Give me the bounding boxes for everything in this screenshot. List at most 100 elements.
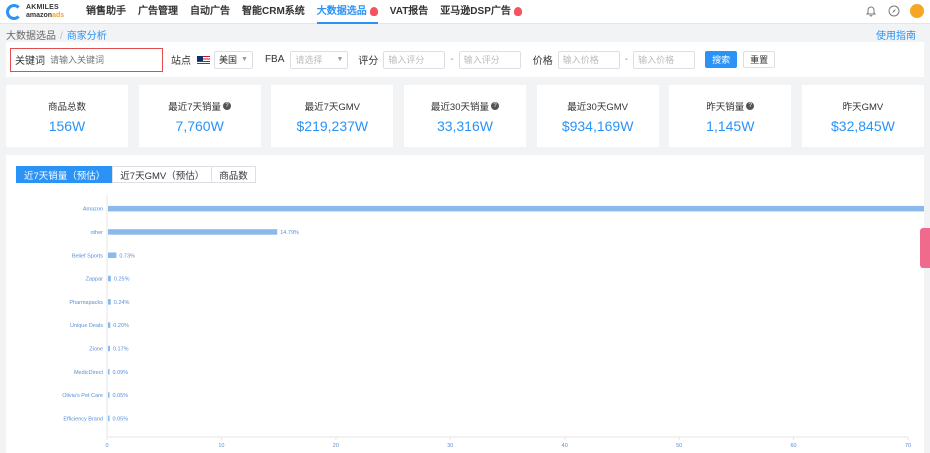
user-avatar[interactable] (910, 4, 924, 18)
site-label: 站点 (171, 56, 191, 67)
logo-line2b: ads (52, 11, 65, 19)
chart-tab-1[interactable]: 近7天GMV（预估） (112, 166, 213, 183)
guide-link-label: 使用指南 (876, 31, 916, 42)
filter-bar: 关键词 站点 美国 ▼ FBA 请选择 ▼ 评分 输入评分 - 输入评分 价格 … (6, 42, 924, 77)
price-max-placeholder: 输入价格 (638, 55, 675, 65)
stat-cards: 商品总数 156W 最近7天销量? 7,760W 最近7天GMV $219,237W 最近3… (6, 85, 924, 147)
notification-bell-icon[interactable] (864, 4, 878, 18)
nav-item-label: 智能CRM系统 (242, 5, 305, 17)
nav-item-0[interactable]: 销售助手 (86, 0, 126, 24)
help-icon[interactable]: ? (491, 101, 499, 110)
stat-title: 最近30天销量? (431, 99, 499, 113)
x-tick-label: 70 (905, 443, 911, 449)
keyword-input[interactable] (50, 54, 150, 65)
help-icon[interactable]: ? (223, 101, 232, 110)
nav-item-label: 销售助手 (86, 5, 126, 17)
nav-item-1[interactable]: 广告管理 (138, 0, 178, 24)
top-right-tools (855, 4, 924, 18)
rating-min-placeholder: 输入评分 (388, 55, 425, 65)
rating-range-separator: - (450, 54, 454, 65)
compass-icon[interactable] (887, 4, 901, 18)
nav-item-6[interactable]: 亚马逊DSP广告 (440, 0, 522, 24)
price-min-input[interactable]: 输入价格 (557, 50, 620, 69)
stat-card: 昨天销量? 1,145W (669, 85, 792, 147)
floating-side-tab[interactable] (920, 228, 930, 268)
x-tick-label: 0 (105, 443, 108, 449)
y-tick-label: MedicDirect (74, 370, 104, 376)
hot-badge-icon (369, 7, 378, 16)
reset-button-label: 重置 (750, 55, 769, 65)
reset-button[interactable]: 重置 (743, 51, 776, 68)
bar-value-label: 0.17% (113, 346, 129, 352)
rating-max-input[interactable]: 输入评分 (458, 50, 521, 69)
breadcrumb: 大数据选品 / 商家分析 (6, 27, 107, 42)
price-min-placeholder: 输入价格 (562, 55, 599, 65)
guide-link[interactable]: 使用指南 (876, 27, 916, 42)
y-tick-label: Amazon (83, 207, 103, 213)
logo[interactable]: AKMILES amazonads (6, 3, 86, 20)
stat-title-text: 昨天销量 (706, 101, 745, 113)
nav-item-label: 自动广告 (190, 5, 230, 17)
breadcrumb-separator: / (60, 31, 63, 42)
stat-title: 最近30天GMV (567, 99, 628, 113)
rating-max-placeholder: 输入评分 (463, 55, 500, 65)
y-tick-label: other (90, 230, 103, 236)
bar-value-label: 0.20% (113, 323, 129, 329)
breadcrumb-root[interactable]: 大数据选品 (6, 31, 56, 42)
fba-label: FBA (264, 54, 285, 65)
logo-line2a: amazon (26, 11, 53, 19)
bar-value-label: 0.73% (119, 253, 135, 259)
x-tick-label: 60 (791, 443, 797, 449)
stat-title-text: 商品总数 (47, 101, 86, 113)
chart-tab-label: 商品数 (219, 170, 248, 182)
nav-item-2[interactable]: 自动广告 (190, 0, 230, 24)
bar (108, 345, 110, 352)
nav-item-4[interactable]: 大数据选品 (316, 0, 378, 24)
nav-item-3[interactable]: 智能CRM系统 (242, 0, 305, 24)
y-tick-label: Pharmapacks (69, 300, 103, 306)
chart-tab-0[interactable]: 近7天销量（预估） (16, 166, 114, 183)
chart-tab-2[interactable]: 商品数 (211, 166, 256, 183)
site-select[interactable]: 美国 ▼ (214, 50, 253, 69)
stat-value: $32,845W (831, 117, 895, 134)
nav-item-label: VAT报告 (389, 5, 429, 17)
stat-value: 7,760W (175, 117, 224, 134)
fba-filter: FBA 请选择 ▼ (264, 50, 349, 69)
stat-card: 商品总数 156W (6, 85, 128, 147)
rating-min-input[interactable]: 输入评分 (383, 50, 446, 69)
keyword-label: 关键词 (15, 56, 45, 67)
y-tick-label: Efficiency Brand (63, 416, 103, 422)
bar (108, 322, 111, 328)
stat-value: 33,316W (436, 117, 493, 134)
chart-tab-label: 近7天销量（预估） (24, 170, 106, 182)
search-button[interactable]: 搜索 (705, 51, 738, 68)
stat-value: $219,237W (296, 117, 369, 134)
x-tick-label: 50 (676, 443, 682, 449)
x-tick-label: 10 (218, 443, 224, 449)
nav-item-5[interactable]: VAT报告 (390, 0, 429, 24)
fba-select[interactable]: 请选择 ▼ (290, 50, 349, 69)
chart-tab-label: 近7天GMV（预估） (120, 170, 205, 182)
bar-value-label: 0.05% (113, 416, 129, 422)
bar-value-label: 0.24% (114, 300, 130, 306)
stat-value: $934,169W (561, 117, 634, 134)
stat-title: 昨天销量? (706, 99, 755, 113)
bar-chart: Amazon81.95%other14.79%Belief Sports0.73… (62, 195, 924, 449)
stat-value: 1,145W (706, 117, 755, 134)
stat-title: 最近7天GMV (305, 99, 360, 113)
stat-title-text: 昨天GMV (842, 101, 884, 113)
bar (108, 205, 924, 212)
fba-select-placeholder: 请选择 (295, 55, 323, 65)
nav-item-label: 亚马逊DSP广告 (440, 5, 511, 17)
bar-value-label: 0.25% (114, 277, 130, 283)
price-label: 价格 (532, 56, 553, 67)
y-tick-label: Unique Deals (70, 323, 103, 329)
bar (108, 252, 117, 258)
help-icon[interactable]: ? (746, 101, 755, 110)
y-tick-label: Belief Sports (72, 253, 103, 259)
nav-items: 销售助手 广告管理 自动广告 智能CRM系统 大数据选品 VAT报告 亚马逊DSP广告 (86, 0, 534, 24)
price-max-input[interactable]: 输入价格 (633, 50, 696, 69)
chart-tabs: 近7天销量（预估） 近7天GMV（预估） 商品数 (16, 166, 256, 183)
stat-title: 商品总数 (48, 99, 86, 113)
stat-card: 最近7天GMV $219,237W (271, 85, 394, 147)
